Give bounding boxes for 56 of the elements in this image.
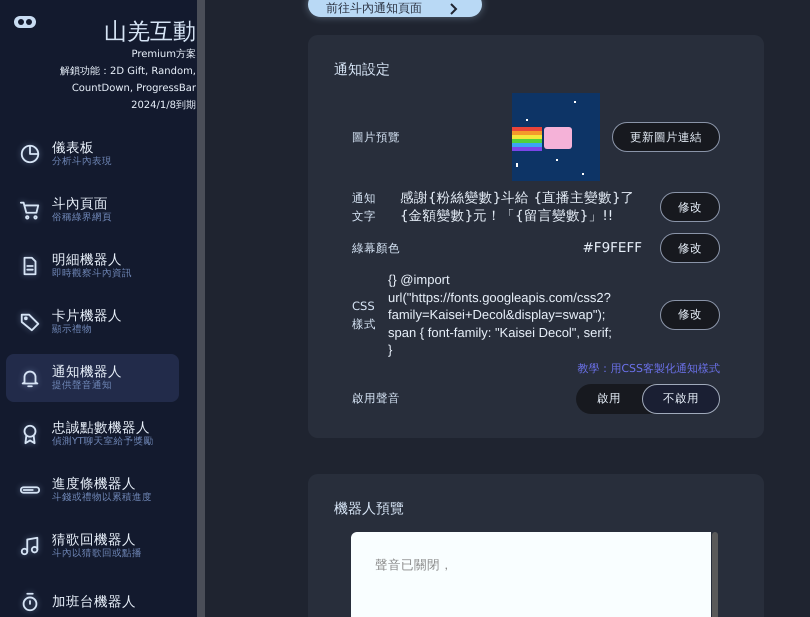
nav-item[interactable]: 猜歌回機器人 斗內以猜歌回或點播 — [6, 522, 179, 570]
toggle-option[interactable]: 不啟用 — [642, 384, 720, 414]
cart-icon — [19, 199, 41, 221]
chevron-icon — [448, 2, 458, 16]
brand-name: 山羌互動 — [104, 18, 196, 46]
nav-title: 斗內頁面 — [52, 197, 109, 212]
nav-title: 通知機器人 — [52, 365, 122, 380]
nav-title: 忠誠點數機器人 — [52, 421, 151, 436]
pie-icon — [19, 143, 41, 165]
nav-subtitle: 偵測YT聊天室給予獎勵 — [52, 436, 154, 447]
nav-item[interactable]: 忠誠點數機器人 偵測YT聊天室給予獎勵 — [6, 410, 179, 458]
features-text: 解鎖功能：2D Gift, Random, CountDown, ProgressBar — [59, 64, 196, 96]
nav-subtitle: 即時觀察斗內資訊 — [52, 268, 132, 279]
field-label: 圖片預覽 — [352, 130, 401, 144]
nav-subtitle: 顯示禮物 — [52, 324, 93, 335]
plan-text: Premium方案 — [132, 48, 196, 62]
nav-title: 猜歌回機器人 — [52, 533, 137, 548]
nav-item[interactable]: 進度條機器人 斗錢或禮物以累積進度 — [6, 466, 179, 514]
nav-item[interactable]: 明細機器人 即時觀察斗內資訊 — [6, 242, 179, 290]
preview-message: 聲音已關閉， — [375, 556, 453, 572]
notification-text: 感謝{粉絲變數}斗給 {直播主變數}了 {金額變數}元！「{留言變數}」!! — [399, 189, 636, 225]
nav-title: 儀表板 — [52, 141, 95, 156]
field-label: CSS樣式 — [352, 298, 377, 333]
nav-title: 加班台機器人 — [52, 594, 136, 610]
nav-title: 明細機器人 — [52, 253, 123, 268]
logo-icon — [14, 16, 36, 28]
edit-button[interactable]: 修改 — [660, 300, 720, 330]
scrollbar[interactable] — [197, 0, 205, 617]
field-label: 啟用聲音 — [352, 391, 401, 406]
nav-item[interactable]: 卡片機器人 顯示禮物 — [6, 298, 179, 346]
card-title: 通知設定 — [334, 61, 391, 79]
field-label: 綠幕顏色 — [352, 240, 401, 256]
update-image-button[interactable]: 更新圖片連結 — [612, 122, 720, 152]
music-icon — [19, 535, 41, 557]
edit-button[interactable]: 修改 — [660, 233, 720, 263]
nav-title: 進度條機器人 — [52, 477, 137, 492]
nav-subtitle: 斗錢或禮物以累積進度 — [52, 492, 152, 503]
notification-page-button[interactable]: 前往斗內通知頁面 — [308, 0, 482, 17]
nav-subtitle: 俗稱綠界網頁 — [52, 212, 112, 223]
color-value: #F9FEFF — [582, 240, 642, 256]
nav-item[interactable]: 加班台機器人 — [6, 578, 179, 617]
nav-item[interactable]: 通知機器人 提供聲音通知 — [6, 354, 179, 402]
nav-item[interactable]: 斗內頁面 俗稱綠界網頁 — [6, 186, 179, 234]
nav-title: 卡片機器人 — [52, 309, 122, 324]
tag-icon — [19, 311, 41, 333]
nav-subtitle: 分析斗內表現 — [52, 156, 112, 167]
nav-item[interactable]: 儀表板 分析斗內表現 — [6, 130, 179, 178]
card-title: 機器人預覽 — [334, 500, 405, 518]
nav-subtitle: 提供聲音通知 — [52, 380, 113, 391]
expiry-text: 2024/1/8到期 — [131, 98, 196, 113]
toggle-option[interactable]: 啟用 — [576, 384, 642, 414]
nav-subtitle: 斗內以猜歌回或點播 — [52, 548, 142, 559]
css-code: {} @import url("https://fonts.googleapis.com/css2? family=Kaisei+Decol&display=swap"); span { font-family: "Kaisei Decol", serif; } — [388, 271, 613, 358]
field-label: 通知文字 — [352, 190, 377, 225]
scrollbar[interactable] — [712, 532, 718, 617]
edit-button[interactable]: 修改 — [660, 192, 720, 222]
